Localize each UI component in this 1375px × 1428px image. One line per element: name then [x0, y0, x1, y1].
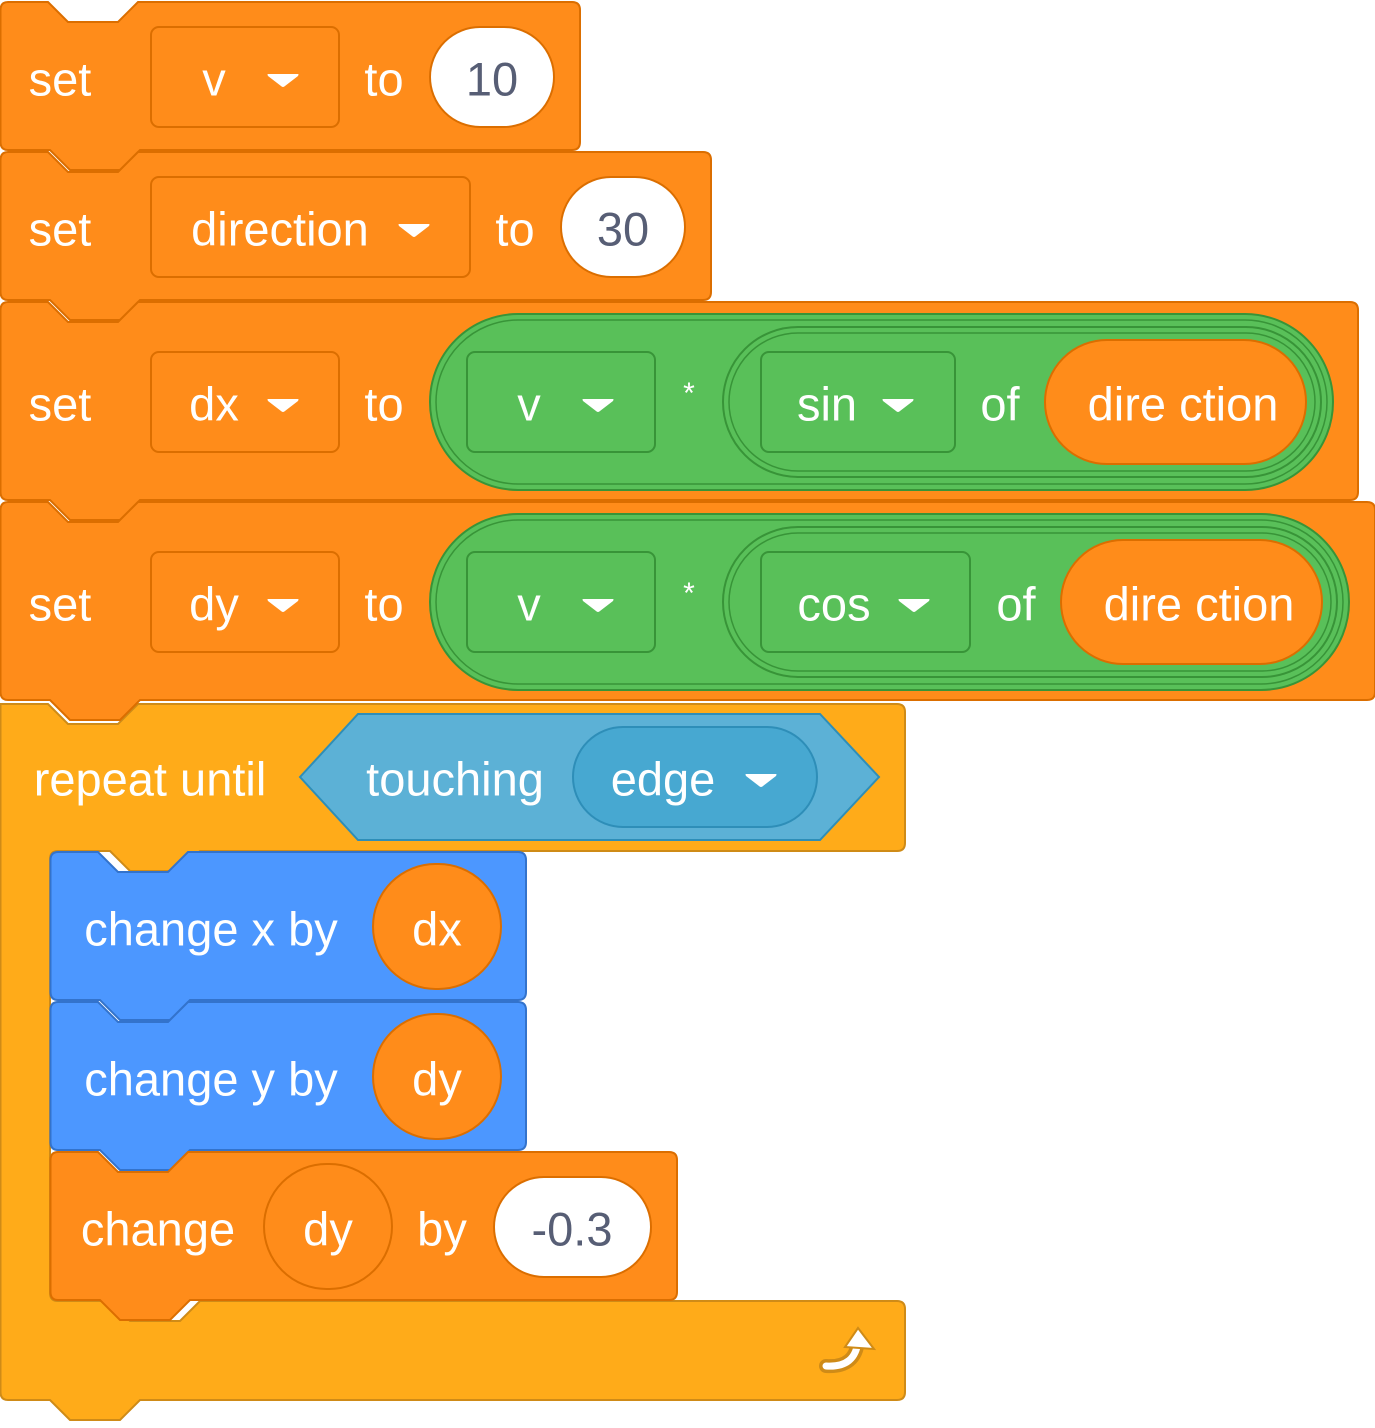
variable-dropdown[interactable] — [466, 351, 656, 453]
variable-dropdown[interactable] — [466, 551, 656, 653]
dropdown-caret-icon[interactable] — [266, 396, 300, 414]
dropdown-caret-icon[interactable] — [581, 596, 615, 614]
value-text: 10 — [465, 52, 519, 106]
function-dropdown[interactable] — [760, 351, 956, 453]
change-x-label: change x by — [84, 902, 338, 956]
operand-name: v — [517, 577, 541, 631]
by-keyword: by — [417, 1202, 467, 1256]
variable-dropdown[interactable] — [150, 551, 340, 653]
argument-name: dire ction — [1103, 577, 1295, 631]
set-keyword: set — [28, 52, 92, 106]
function-name: sin — [796, 377, 858, 431]
dropdown-caret-icon[interactable] — [881, 396, 915, 414]
script-canvas: set v to 10 set direction to 30 set dx t… — [0, 0, 1375, 1428]
operand-name: v — [517, 377, 541, 431]
dropdown-caret-icon[interactable] — [266, 596, 300, 614]
variable-name: dy — [303, 1202, 353, 1256]
variable-name: dy — [189, 577, 239, 631]
change-keyword: change — [80, 1202, 236, 1256]
variable-name: direction — [191, 202, 369, 256]
touching-target: edge — [610, 752, 716, 806]
value-text: 30 — [596, 202, 650, 256]
dropdown-caret-icon[interactable] — [897, 596, 931, 614]
variable-name: v — [202, 52, 226, 106]
to-keyword: to — [364, 577, 404, 631]
dropdown-caret-icon[interactable] — [266, 71, 300, 89]
touching-label: touching — [366, 752, 544, 806]
reporter-name: dy — [412, 1052, 462, 1106]
multiply-operator: * — [683, 577, 695, 610]
function-name: cos — [797, 577, 871, 631]
set-keyword: set — [28, 577, 92, 631]
dropdown-caret-icon[interactable] — [397, 221, 431, 239]
to-keyword: to — [364, 377, 404, 431]
repeat-until-label: repeat until — [33, 752, 267, 806]
variable-dropdown[interactable] — [150, 26, 340, 128]
of-keyword: of — [996, 577, 1036, 631]
dropdown-caret-icon[interactable] — [744, 771, 778, 789]
multiply-operator: * — [683, 377, 695, 410]
set-keyword: set — [28, 202, 92, 256]
change-y-label: change y by — [84, 1052, 338, 1106]
to-keyword: to — [495, 202, 535, 256]
value-text: -0.3 — [531, 1202, 613, 1256]
variable-name: dx — [189, 377, 239, 431]
set-keyword: set — [28, 377, 92, 431]
variable-dropdown[interactable] — [150, 351, 340, 453]
reporter-name: dx — [412, 902, 462, 956]
dropdown-caret-icon[interactable] — [581, 396, 615, 414]
to-keyword: to — [364, 52, 404, 106]
of-keyword: of — [980, 377, 1020, 431]
argument-name: dire ction — [1087, 377, 1279, 431]
